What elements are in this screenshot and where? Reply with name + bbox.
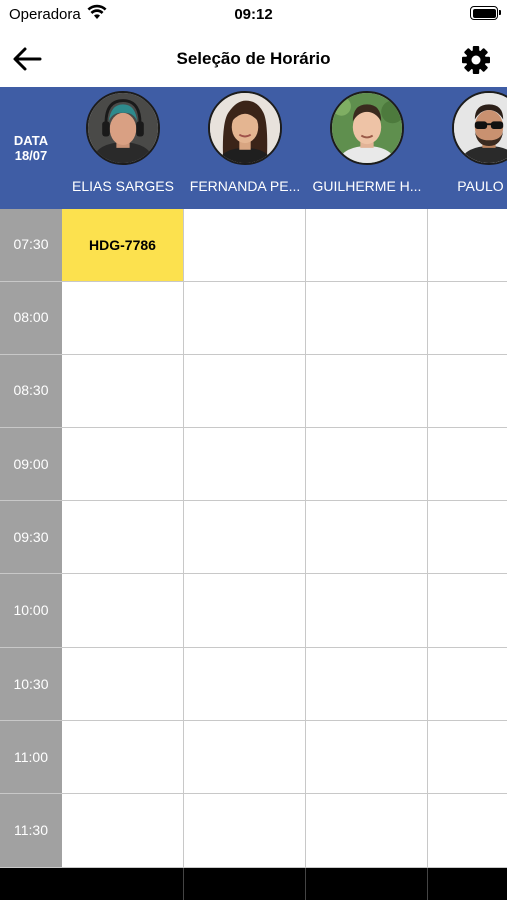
time-label: 11:00 (14, 749, 48, 765)
date-label: DATA (13, 133, 49, 148)
schedule-grid: 07:30 08:00 08:30 09:00 09:30 10:00 10:3… (0, 209, 507, 900)
time-slot-column-fernanda[interactable] (184, 209, 305, 867)
gear-icon (462, 46, 490, 74)
next-time-row (0, 868, 62, 900)
nav-bar: Seleção de Horário (0, 30, 507, 87)
column-divider (305, 868, 306, 900)
time-column: 07:30 08:00 08:30 09:00 09:30 10:00 10:3… (0, 209, 62, 900)
column-divider (427, 868, 428, 900)
avatar (208, 91, 282, 165)
time-label: 11:30 (14, 822, 48, 838)
settings-button[interactable] (460, 44, 492, 76)
avatar (452, 91, 507, 165)
column-divider (183, 868, 184, 900)
barber-paulo[interactable]: PAULO VI (428, 87, 507, 209)
booked-slot[interactable]: HDG-7786 (62, 209, 183, 281)
barber-elias-sarges[interactable]: ELIAS SARGES (62, 87, 184, 209)
time-slot-column-elias[interactable] (62, 282, 183, 867)
avatar (330, 91, 404, 165)
barber-name: GUILHERME H... (312, 178, 422, 194)
time-label: 07:30 (13, 236, 49, 252)
time-label: 09:30 (13, 529, 49, 545)
next-slot-row (62, 868, 507, 900)
time-label: 08:00 (13, 309, 49, 325)
date-cell: DATA 18/07 (0, 87, 62, 209)
time-slot-column-paulo[interactable] (428, 209, 507, 867)
status-bar: Operadora 09:12 (0, 0, 507, 30)
avatar (86, 91, 160, 165)
barber-fernanda[interactable]: FERNANDA PE... (184, 87, 306, 209)
barber-name: FERNANDA PE... (189, 178, 301, 194)
time-label: 10:30 (13, 676, 49, 692)
time-label: 09:00 (13, 456, 49, 472)
barber-header: DATA 18/07 ELIAS SARGES FERNANDA PE... G… (0, 87, 507, 209)
barber-name: ELIAS SARGES (72, 178, 174, 194)
time-label: 10:00 (13, 602, 49, 618)
barber-name: PAULO VI (457, 178, 507, 194)
status-time: 09:12 (234, 6, 273, 23)
page-title: Seleção de Horário (176, 49, 331, 68)
date-value: 18/07 (14, 148, 48, 163)
barber-guilherme[interactable]: GUILHERME H... (306, 87, 428, 209)
time-label: 08:30 (13, 382, 49, 398)
battery-icon (470, 6, 501, 20)
time-slot-column-guilherme[interactable] (306, 209, 427, 867)
